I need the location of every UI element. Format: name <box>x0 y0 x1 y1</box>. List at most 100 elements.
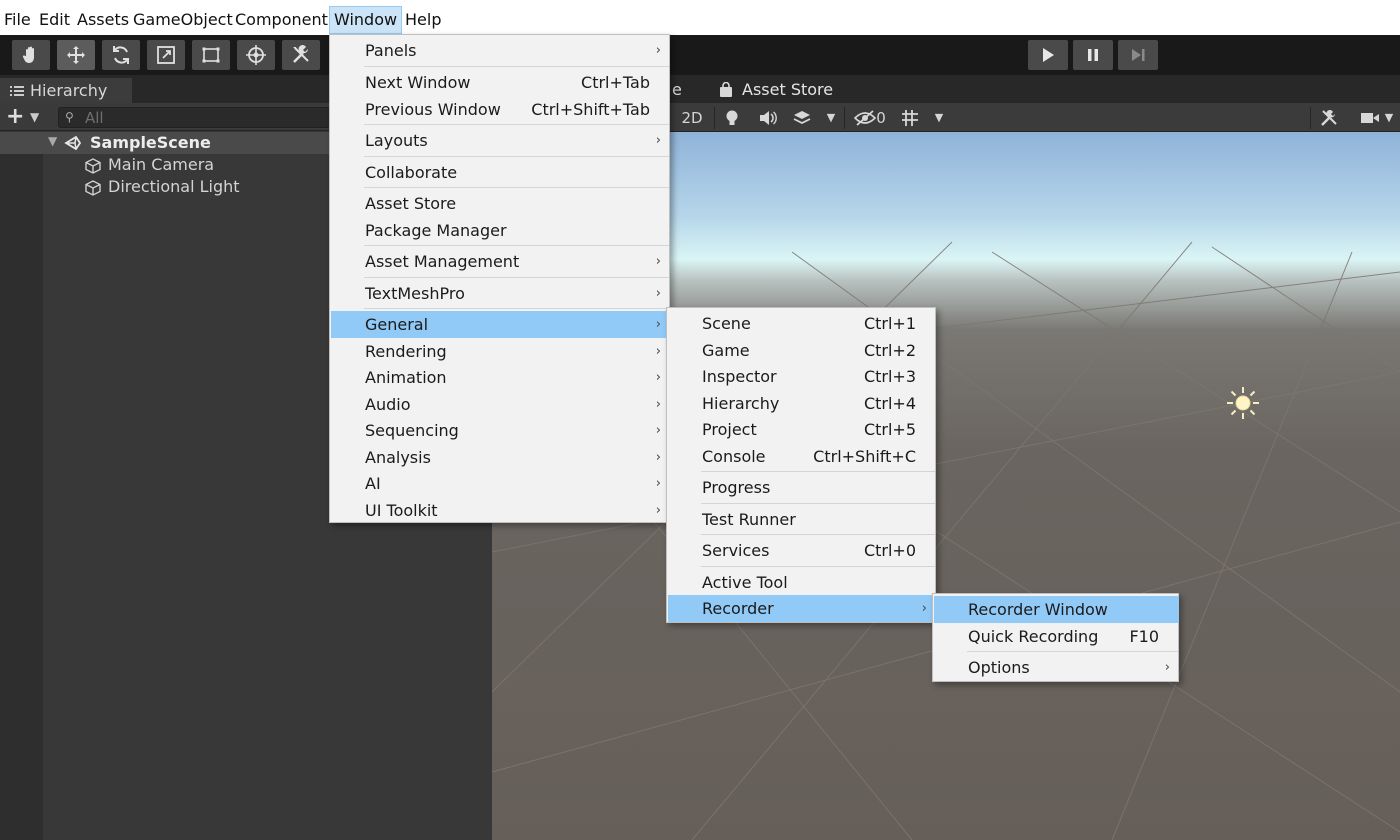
gameobject-cube-icon <box>85 158 101 174</box>
search-input[interactable] <box>85 108 345 127</box>
menu-item-ai[interactable]: AI › <box>331 470 670 497</box>
lighting-toggle[interactable] <box>720 106 744 130</box>
menu-assets[interactable]: Assets <box>73 6 133 34</box>
hand-tool-button[interactable] <box>12 40 50 70</box>
menu-edit[interactable]: Edit <box>35 6 74 34</box>
separator <box>364 124 669 125</box>
step-button[interactable] <box>1118 40 1158 70</box>
menu-item-audio[interactable]: Audio › <box>331 391 670 418</box>
separator <box>364 308 669 309</box>
rotate-tool-button[interactable] <box>102 40 140 70</box>
menu-item-options[interactable]: Options › <box>934 654 1179 681</box>
menu-item-animation[interactable]: Animation › <box>331 364 670 391</box>
effects-toggle[interactable] <box>790 106 814 130</box>
menu-item-scene[interactable]: Scene Ctrl+1 <box>668 310 936 337</box>
menu-item-hierarchy[interactable]: Hierarchy Ctrl+4 <box>668 390 936 417</box>
menu-item-previous-window[interactable]: Previous Window Ctrl+Shift+Tab <box>331 96 670 123</box>
camera-dropdown-chevron-down-icon[interactable]: ▼ <box>1382 106 1396 130</box>
toggle-2d-button[interactable]: 2D <box>678 106 706 130</box>
menu-item-layouts[interactable]: Layouts › <box>331 127 670 154</box>
menu-item-recorder[interactable]: Recorder › <box>668 595 936 622</box>
menu-item-panels[interactable]: Panels › <box>331 37 670 64</box>
chevron-right-icon: › <box>1164 660 1170 675</box>
menu-help[interactable]: Help <box>401 6 445 34</box>
menu-component[interactable]: Component <box>231 6 332 34</box>
menu-item-services[interactable]: Services Ctrl+0 <box>668 537 936 564</box>
menu-gameobject[interactable]: GameObject <box>129 6 237 34</box>
separator <box>701 471 935 472</box>
menu-item-collaborate[interactable]: Collaborate <box>331 159 670 186</box>
menu-item-inspector[interactable]: Inspector Ctrl+3 <box>668 363 936 390</box>
transform-tool-button[interactable] <box>237 40 275 70</box>
menu-item-active-tool[interactable]: Active Tool <box>668 569 936 596</box>
camera-toggle[interactable] <box>1358 106 1382 130</box>
chevron-right-icon: › <box>655 344 661 359</box>
custom-tool-button[interactable] <box>282 40 320 70</box>
tab-hierarchy[interactable]: Hierarchy <box>0 78 132 103</box>
audio-toggle[interactable] <box>756 106 780 130</box>
step-icon <box>1132 49 1145 61</box>
menu-item-test-runner[interactable]: Test Runner <box>668 506 936 533</box>
separator <box>701 566 935 567</box>
menu-item-next-window[interactable]: Next Window Ctrl+Tab <box>331 69 670 96</box>
tools-toggle[interactable] <box>1316 106 1342 130</box>
menu-item-textmeshpro[interactable]: TextMeshPro › <box>331 280 670 307</box>
hidden-objects-toggle[interactable]: 0 <box>850 106 890 130</box>
tab-game-partial[interactable]: e <box>672 75 682 105</box>
menu-item-package-manager[interactable]: Package Manager <box>331 217 670 244</box>
grid-toggle[interactable] <box>898 106 924 130</box>
menu-item-sequencing[interactable]: Sequencing › <box>331 417 670 444</box>
chevron-right-icon: › <box>655 133 661 148</box>
menu-item-general[interactable]: General › <box>331 311 670 338</box>
pause-button[interactable] <box>1073 40 1113 70</box>
menu-item-progress[interactable]: Progress <box>668 474 936 501</box>
menu-item-asset-management[interactable]: Asset Management › <box>331 248 670 275</box>
asset-store-tab-label: Asset Store <box>742 80 834 99</box>
separator <box>364 156 669 157</box>
menu-item-console[interactable]: Console Ctrl+Shift+C <box>668 443 936 470</box>
pause-icon <box>1088 49 1098 61</box>
chevron-right-icon: › <box>655 423 661 438</box>
gameobject-label: Main Camera <box>108 155 215 174</box>
chevron-down-icon[interactable]: ▼ <box>30 107 39 127</box>
menu-item-recorder-window[interactable]: Recorder Window <box>934 596 1179 623</box>
menu-item-project[interactable]: Project Ctrl+5 <box>668 416 936 443</box>
tab-asset-store[interactable]: Asset Store <box>718 75 833 105</box>
play-button[interactable] <box>1028 40 1068 70</box>
move-tool-icon <box>67 46 85 64</box>
main-toolbar <box>0 35 1400 75</box>
separator <box>967 651 1178 652</box>
expand-caret-icon[interactable]: ▼ <box>48 134 57 148</box>
search-icon: ⚲ <box>65 110 74 124</box>
menu-item-rendering[interactable]: Rendering › <box>331 338 670 365</box>
general-submenu: Scene Ctrl+1 Game Ctrl+2 Inspector Ctrl+3 H… <box>666 307 936 623</box>
play-icon <box>1043 48 1054 62</box>
rotate-tool-icon <box>113 46 129 64</box>
menu-item-ui-toolkit[interactable]: UI Toolkit › <box>331 497 670 524</box>
separator <box>844 107 845 129</box>
chevron-right-icon: › <box>655 503 661 518</box>
rect-tool-button[interactable] <box>192 40 230 70</box>
hierarchy-search[interactable]: ⚲ <box>58 107 358 128</box>
scene-name: SampleScene <box>90 133 211 152</box>
menu-item-analysis[interactable]: Analysis › <box>331 444 670 471</box>
menu-item-asset-store[interactable]: Asset Store <box>331 190 670 217</box>
add-icon[interactable]: + <box>6 106 24 128</box>
menu-item-game[interactable]: Game Ctrl+2 <box>668 337 936 364</box>
grid-dropdown-chevron-down-icon[interactable]: ▼ <box>932 106 946 130</box>
menu-window[interactable]: Window <box>329 6 403 34</box>
separator <box>364 277 669 278</box>
chevron-right-icon: › <box>655 317 661 332</box>
list-icon <box>10 86 24 96</box>
chevron-right-icon: › <box>655 286 661 301</box>
hidden-count: 0 <box>876 109 886 127</box>
menu-item-quick-recording[interactable]: Quick Recording F10 <box>934 623 1179 650</box>
playback-controls <box>1028 40 1163 70</box>
menu-file[interactable]: File <box>0 6 35 34</box>
move-tool-button[interactable] <box>57 40 95 70</box>
directional-light-sun-icon[interactable] <box>1226 386 1260 420</box>
menubar: File Edit Assets GameObject Component Wi… <box>0 0 1400 35</box>
effects-dropdown-chevron-down-icon[interactable]: ▼ <box>824 106 838 130</box>
scale-tool-button[interactable] <box>147 40 185 70</box>
separator <box>701 534 935 535</box>
